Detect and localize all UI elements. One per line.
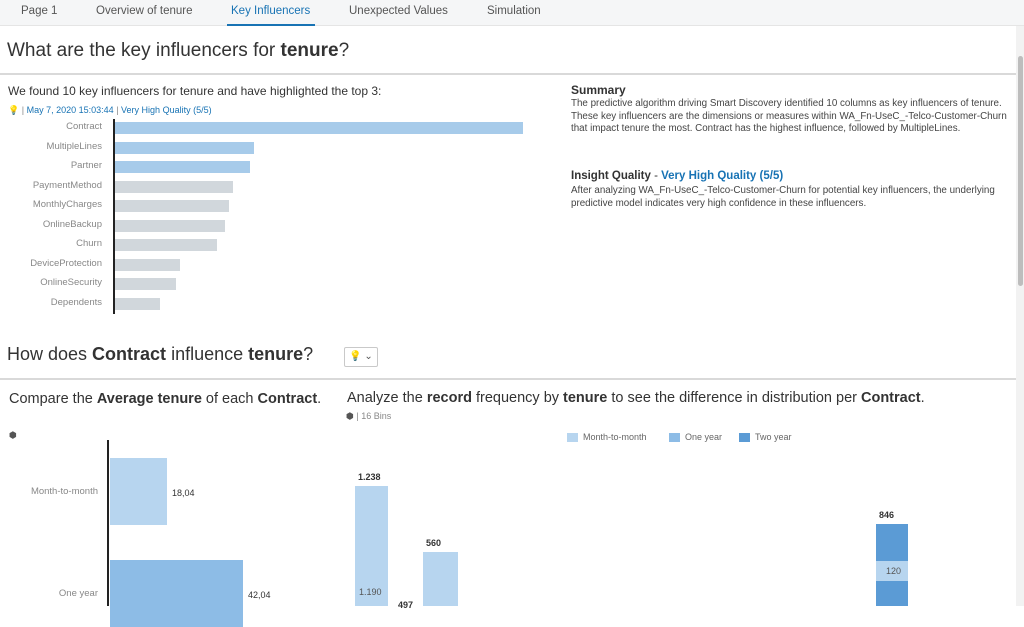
segment-label: 120: [886, 566, 902, 576]
influencer-bar[interactable]: [115, 239, 217, 251]
divider: [0, 73, 1016, 75]
influencer-bar[interactable]: [115, 278, 176, 290]
legend-swatch: [739, 433, 750, 443]
tab-bar: Page 1 Overview of tenure Key Influencer…: [0, 0, 1024, 26]
category-label: One year: [58, 588, 98, 599]
bar-label: Churn: [76, 238, 102, 249]
tab-page-1[interactable]: Page 1: [21, 5, 57, 17]
insight-quality-title: Insight Quality - Very High Quality (5/5…: [571, 170, 784, 182]
segment-label: 1.190: [359, 587, 382, 597]
timestamp[interactable]: May 7, 2020 15:03:44: [27, 105, 114, 115]
bar-label: MonthlyCharges: [32, 199, 102, 210]
cube-icon: ⬢: [9, 430, 17, 440]
tab-unexpected-values[interactable]: Unexpected Values: [349, 5, 448, 17]
bar-label: OnlineBackup: [42, 218, 102, 230]
legend-label: Month-to-month: [583, 432, 647, 442]
chart-axis: [107, 440, 109, 606]
influencer-bar[interactable]: [115, 200, 229, 212]
insight-quality-text: After analyzing WA_Fn-UseC_-Telco-Custom…: [571, 185, 995, 209]
value-label: 18,04: [172, 488, 195, 498]
total-label: 497: [398, 600, 414, 610]
influencer-bar[interactable]: [115, 141, 254, 154]
legend-item[interactable]: Two year: [739, 432, 792, 443]
legend-label: One year: [685, 432, 723, 442]
value-label: 42,04: [248, 590, 271, 600]
total-label: 846: [879, 510, 895, 520]
legend-swatch: [567, 433, 578, 443]
cube-icon: ⬢: [346, 411, 354, 421]
influencers-meta: 💡 | May 7, 2020 15:03:44 | Very High Qua…: [8, 105, 212, 115]
divider: [0, 378, 1016, 380]
tab-simulation[interactable]: Simulation: [487, 5, 541, 17]
scrollbar-thumb[interactable]: [1018, 56, 1023, 286]
bar-label: OnlineSecurity: [40, 277, 102, 288]
tab-overview-of-tenure[interactable]: Overview of tenure: [96, 5, 193, 17]
insight-dropdown-button[interactable]: 💡 ⌄: [344, 347, 378, 367]
legend-swatch: [669, 433, 680, 443]
influencer-bar[interactable]: [115, 258, 180, 271]
influencer-bar[interactable]: [115, 219, 225, 232]
influencer-bar[interactable]: [115, 297, 160, 310]
histogram-bar[interactable]: [423, 552, 458, 606]
influencers-subtitle: We found 10 key influencers for tenure a…: [8, 84, 382, 98]
active-tab-indicator: [227, 24, 315, 26]
influencer-bar[interactable]: [115, 161, 250, 173]
bar-label: PaymentMethod: [32, 179, 102, 191]
analyze-title: Analyze the record frequency by tenure t…: [347, 390, 925, 406]
average-bar[interactable]: [110, 458, 167, 525]
page-title: What are the key influencers for tenure?: [7, 40, 350, 61]
legend-item[interactable]: Month-to-month: [567, 432, 647, 443]
quality-link[interactable]: Very High Quality (5/5): [121, 105, 212, 115]
summary-text: The predictive algorithm driving Smart D…: [571, 98, 1007, 135]
bar-label: Dependents: [50, 296, 102, 308]
summary-title: Summary: [571, 83, 626, 97]
vertical-scrollbar[interactable]: [1016, 26, 1024, 606]
bar-label: Partner: [70, 160, 102, 171]
influencer-bar[interactable]: [115, 180, 233, 193]
bar-label: MultipleLines: [46, 140, 102, 152]
legend-label: Two year: [755, 432, 792, 442]
total-label: 1.238: [358, 472, 381, 482]
analyze-meta: ⬢ | 16 Bins: [346, 411, 392, 421]
lightbulb-icon: 💡: [8, 105, 20, 115]
section-title: How does Contract influence tenure?: [7, 344, 314, 364]
bar-label: Contract: [66, 121, 102, 132]
average-bar[interactable]: [110, 560, 243, 627]
legend-item[interactable]: One year: [669, 432, 723, 443]
bar-label: DeviceProtection: [30, 257, 102, 269]
compare-title: Compare the Average tenure of each Contr…: [9, 391, 322, 407]
influencer-bar[interactable]: [115, 122, 523, 134]
category-label: Month-to-month: [30, 486, 98, 497]
tab-key-influencers[interactable]: Key Influencers: [231, 5, 310, 17]
total-label: 560: [426, 538, 442, 548]
